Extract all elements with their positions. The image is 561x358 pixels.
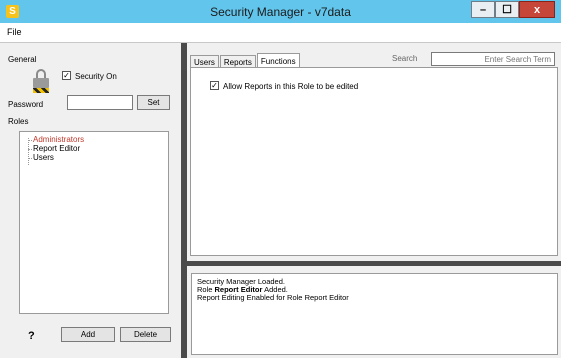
password-label: Password bbox=[8, 100, 44, 109]
maximize-button[interactable]: ☐ bbox=[495, 1, 519, 18]
general-label: General bbox=[8, 55, 37, 64]
set-button[interactable]: Set bbox=[137, 95, 170, 110]
left-bottom-bar: ? Add Delete bbox=[0, 323, 181, 358]
lock-icon bbox=[33, 69, 49, 93]
title-bar: S Security Manager - v7data – ☐ x bbox=[0, 0, 561, 23]
tab-functions[interactable]: Functions bbox=[256, 53, 300, 68]
log-output: Security Manager Loaded. Role Report Edi… bbox=[191, 273, 558, 355]
allow-edit-label: Allow Reports in this Role to be edited bbox=[223, 82, 359, 91]
role-users[interactable]: Users bbox=[28, 153, 54, 162]
password-input[interactable] bbox=[67, 95, 133, 110]
menu-file[interactable]: File bbox=[7, 27, 22, 37]
roles-label: Roles bbox=[8, 117, 29, 126]
log-line: Report Editing Enabled for Role Report E… bbox=[197, 293, 349, 302]
role-report-editor[interactable]: Report Editor bbox=[28, 144, 80, 153]
tab-bar: Users Reports Functions bbox=[190, 53, 301, 68]
help-icon[interactable]: ? bbox=[28, 330, 35, 342]
add-button[interactable]: Add bbox=[61, 327, 115, 342]
functions-panel: ✓ Allow Reports in this Role to be edite… bbox=[190, 67, 558, 256]
security-on-checkbox[interactable]: ✓ bbox=[62, 71, 71, 80]
horizontal-splitter[interactable] bbox=[187, 261, 561, 266]
allow-edit-checkbox[interactable]: ✓ bbox=[210, 81, 219, 90]
minimize-button[interactable]: – bbox=[471, 1, 495, 18]
role-administrators[interactable]: Administrators bbox=[28, 135, 84, 144]
security-on-label: Security On bbox=[75, 72, 117, 81]
search-input[interactable] bbox=[431, 52, 555, 66]
window-controls: – ☐ x bbox=[471, 1, 555, 19]
roles-tree[interactable]: Administrators Report Editor Users bbox=[19, 131, 169, 314]
search-label: Search bbox=[392, 54, 418, 63]
delete-button[interactable]: Delete bbox=[120, 327, 171, 342]
menu-bar: File bbox=[0, 23, 561, 43]
close-button[interactable]: x bbox=[519, 1, 555, 18]
